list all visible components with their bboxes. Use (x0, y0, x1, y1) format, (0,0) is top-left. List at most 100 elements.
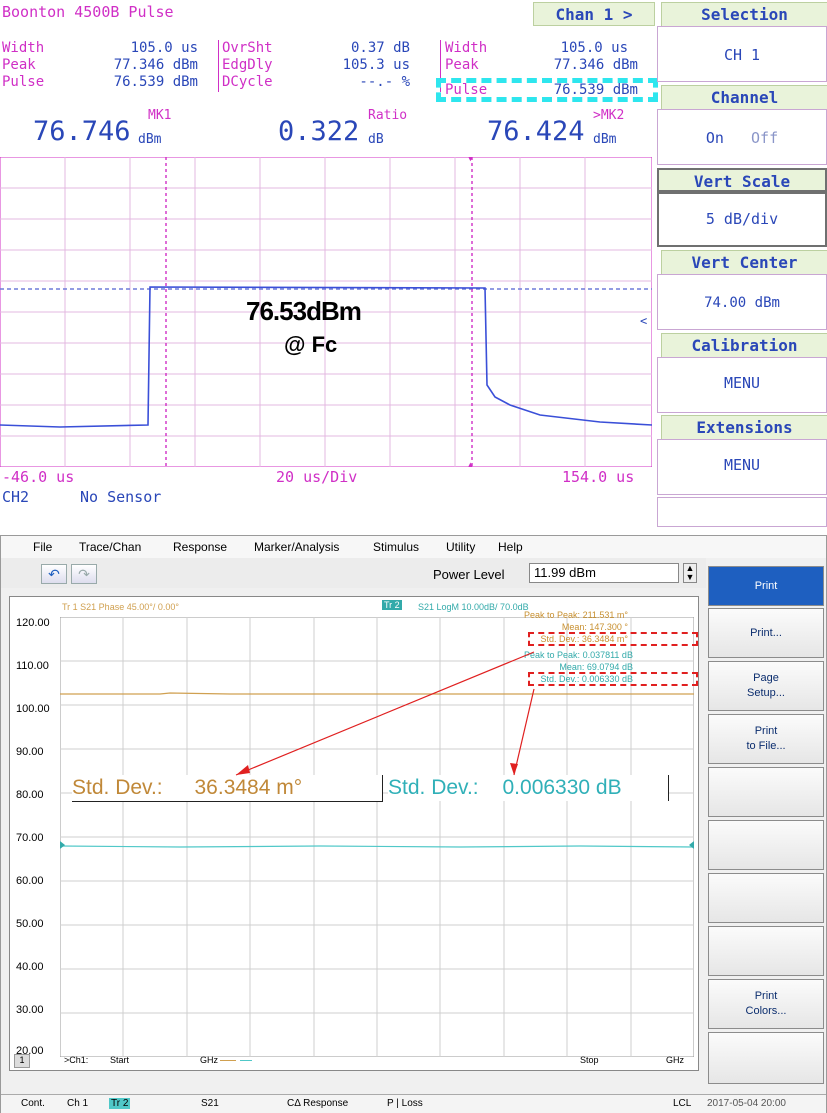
softkey-print-header[interactable]: Print (708, 566, 824, 606)
channel-title: Channel (661, 85, 827, 109)
y-label: 40.00 (16, 961, 44, 973)
softkey-blank[interactable] (708, 820, 824, 870)
stop-label: Stop (580, 1055, 599, 1065)
softkey-print[interactable]: Print... (708, 608, 824, 658)
col2-edgdly-label: EdgDly (222, 57, 273, 73)
ratio-tag: Ratio (368, 108, 408, 123)
level-arrow-icon: < (640, 314, 647, 328)
menu-file[interactable]: File (33, 540, 52, 554)
menu-bar: File Trace/Chan Response Marker/Analysis… (1, 536, 826, 558)
status-channel[interactable]: Ch 1 (67, 1098, 88, 1109)
softkey-blank[interactable] (708, 926, 824, 976)
spinner-icon[interactable]: ▲ ▼ (683, 563, 697, 583)
softkey-print-to-file[interactable]: Print to File... (708, 714, 824, 764)
trace2-tag[interactable]: Tr 2 (382, 600, 402, 610)
vert-center-softkey[interactable]: 74.00 dBm (657, 274, 827, 330)
col3-peak-label: Peak (445, 57, 479, 73)
channel-index-badge[interactable]: 1 (14, 1054, 30, 1068)
selection-title: Selection (661, 2, 827, 26)
softkey-label: Print (754, 990, 778, 1002)
col2-dcycle-value: --.- % (359, 74, 410, 90)
col3-peak-value: 77.346 dBm (553, 57, 638, 73)
extensions-softkey[interactable]: MENU (657, 439, 827, 495)
tr1-mean-value: 147.300 ° (589, 622, 629, 632)
channel-softkey[interactable]: On Off (657, 109, 827, 165)
col1-pulse-label: Pulse (2, 74, 45, 90)
softkey-label: Print (754, 725, 778, 737)
time-axis-end: 154.0 us (562, 468, 635, 486)
callout2-label: Std. Dev.: (388, 776, 479, 799)
std-dev-callout-phase: Std. Dev.: 36.3484 m° (72, 775, 383, 802)
col2-edgdly-value: 105.3 us (342, 57, 410, 73)
menu-response[interactable]: Response (173, 540, 227, 554)
redo-icon[interactable]: ↷ (71, 564, 97, 584)
menu-marker-analysis[interactable]: Marker/Analysis (254, 540, 339, 554)
col1-width-label: Width (2, 40, 45, 56)
vna-window: File Trace/Chan Response Marker/Analysis… (0, 535, 827, 1113)
softkey-blank[interactable] (708, 767, 824, 817)
tr1-mean-label: Mean: (561, 622, 587, 632)
callout2-value: 0.006330 dB (502, 776, 622, 799)
y-label: 70.00 (16, 832, 44, 844)
power-level-input[interactable]: 11.99 dBm (529, 563, 679, 583)
trigger-marker-bottom-icon: ▲ (468, 460, 473, 467)
softkey-print-colors[interactable]: Print Colors... (708, 979, 824, 1029)
std-dev-highlight-1 (528, 632, 698, 646)
vert-center-title: Vert Center (661, 250, 827, 274)
mk1-unit: dBm (138, 132, 162, 147)
chan-select-button[interactable]: Chan 1 > (533, 2, 655, 26)
y-label: 30.00 (16, 1004, 44, 1016)
channel-on-option[interactable]: On (706, 129, 724, 147)
softkey-label: Print... (750, 626, 782, 639)
softkey-blank[interactable] (708, 873, 824, 923)
tr2-mean-value: 69.0794 dB (586, 662, 633, 672)
std-dev-highlight-2 (528, 672, 698, 686)
mk2-value: 76.424 (487, 116, 585, 147)
boonton-pulse-display: Boonton 4500B Pulse Chan 1 > Width Peak … (0, 0, 827, 528)
y-label: 60.00 (16, 875, 44, 887)
start-unit: GHz (200, 1055, 218, 1065)
col2-ovrsht-value: 0.37 dB (350, 40, 410, 56)
menu-trace-chan[interactable]: Trace/Chan (79, 540, 141, 554)
status-param[interactable]: S21 (201, 1098, 219, 1109)
trace2-header: S21 LogM 10.00dB/ 70.0dB (418, 602, 529, 612)
channel-off-option[interactable]: Off (751, 129, 778, 147)
mk1-tag: MK1 (148, 108, 172, 123)
softkey-label: Page (753, 672, 779, 684)
softkey-page-setup[interactable]: Page Setup... (708, 661, 824, 711)
time-axis-scale: 20 us/Div (276, 468, 358, 486)
callout1-value: 36.3484 m° (194, 776, 303, 799)
pulse-highlight-box (436, 78, 658, 102)
trigger-marker-icon: ▼ (468, 157, 473, 163)
std-dev-callout-logmag: Std. Dev.: 0.006330 dB (388, 775, 669, 801)
extensions-title: Extensions (661, 415, 827, 439)
col3-width-label: Width (445, 40, 488, 56)
y-label: 50.00 (16, 918, 44, 930)
blank-softkey[interactable] (657, 497, 827, 527)
menu-utility[interactable]: Utility (446, 540, 475, 554)
mk2-tag: >MK2 (593, 108, 625, 123)
y-label: 90.00 (16, 746, 44, 758)
softkey-blank[interactable] (708, 1032, 824, 1084)
vert-scale-softkey[interactable]: 5 dB/div (657, 192, 827, 247)
y-label: 120.00 (16, 617, 50, 629)
status-trace[interactable]: Tr 2 (109, 1098, 131, 1109)
tr2-legend-swatch (240, 1060, 252, 1061)
time-axis-start: -46.0 us (2, 468, 75, 486)
status-loss[interactable]: P | Loss (387, 1098, 423, 1109)
softkey-label: Print (754, 579, 778, 592)
status-lcl: LCL (673, 1098, 692, 1109)
undo-icon[interactable]: ↶ (41, 564, 67, 584)
toolbar: ↶ ↷ Power Level 11.99 dBm ▲ ▼ (1, 558, 706, 588)
menu-help[interactable]: Help (498, 540, 523, 554)
ratio-value: 0.322 (278, 116, 360, 147)
menu-stimulus[interactable]: Stimulus (373, 540, 419, 554)
selection-softkey[interactable]: CH 1 (657, 26, 827, 82)
tr2-p2p-value: 0.037811 dB (582, 650, 633, 660)
status-mode[interactable]: Cont. (21, 1098, 45, 1109)
status-response[interactable]: CΔ Response (287, 1098, 348, 1109)
calibration-softkey[interactable]: MENU (657, 357, 827, 413)
softkey-label: Colors... (745, 1005, 787, 1017)
y-label: 110.00 (16, 660, 49, 672)
channel-label: >Ch1: (64, 1055, 89, 1065)
